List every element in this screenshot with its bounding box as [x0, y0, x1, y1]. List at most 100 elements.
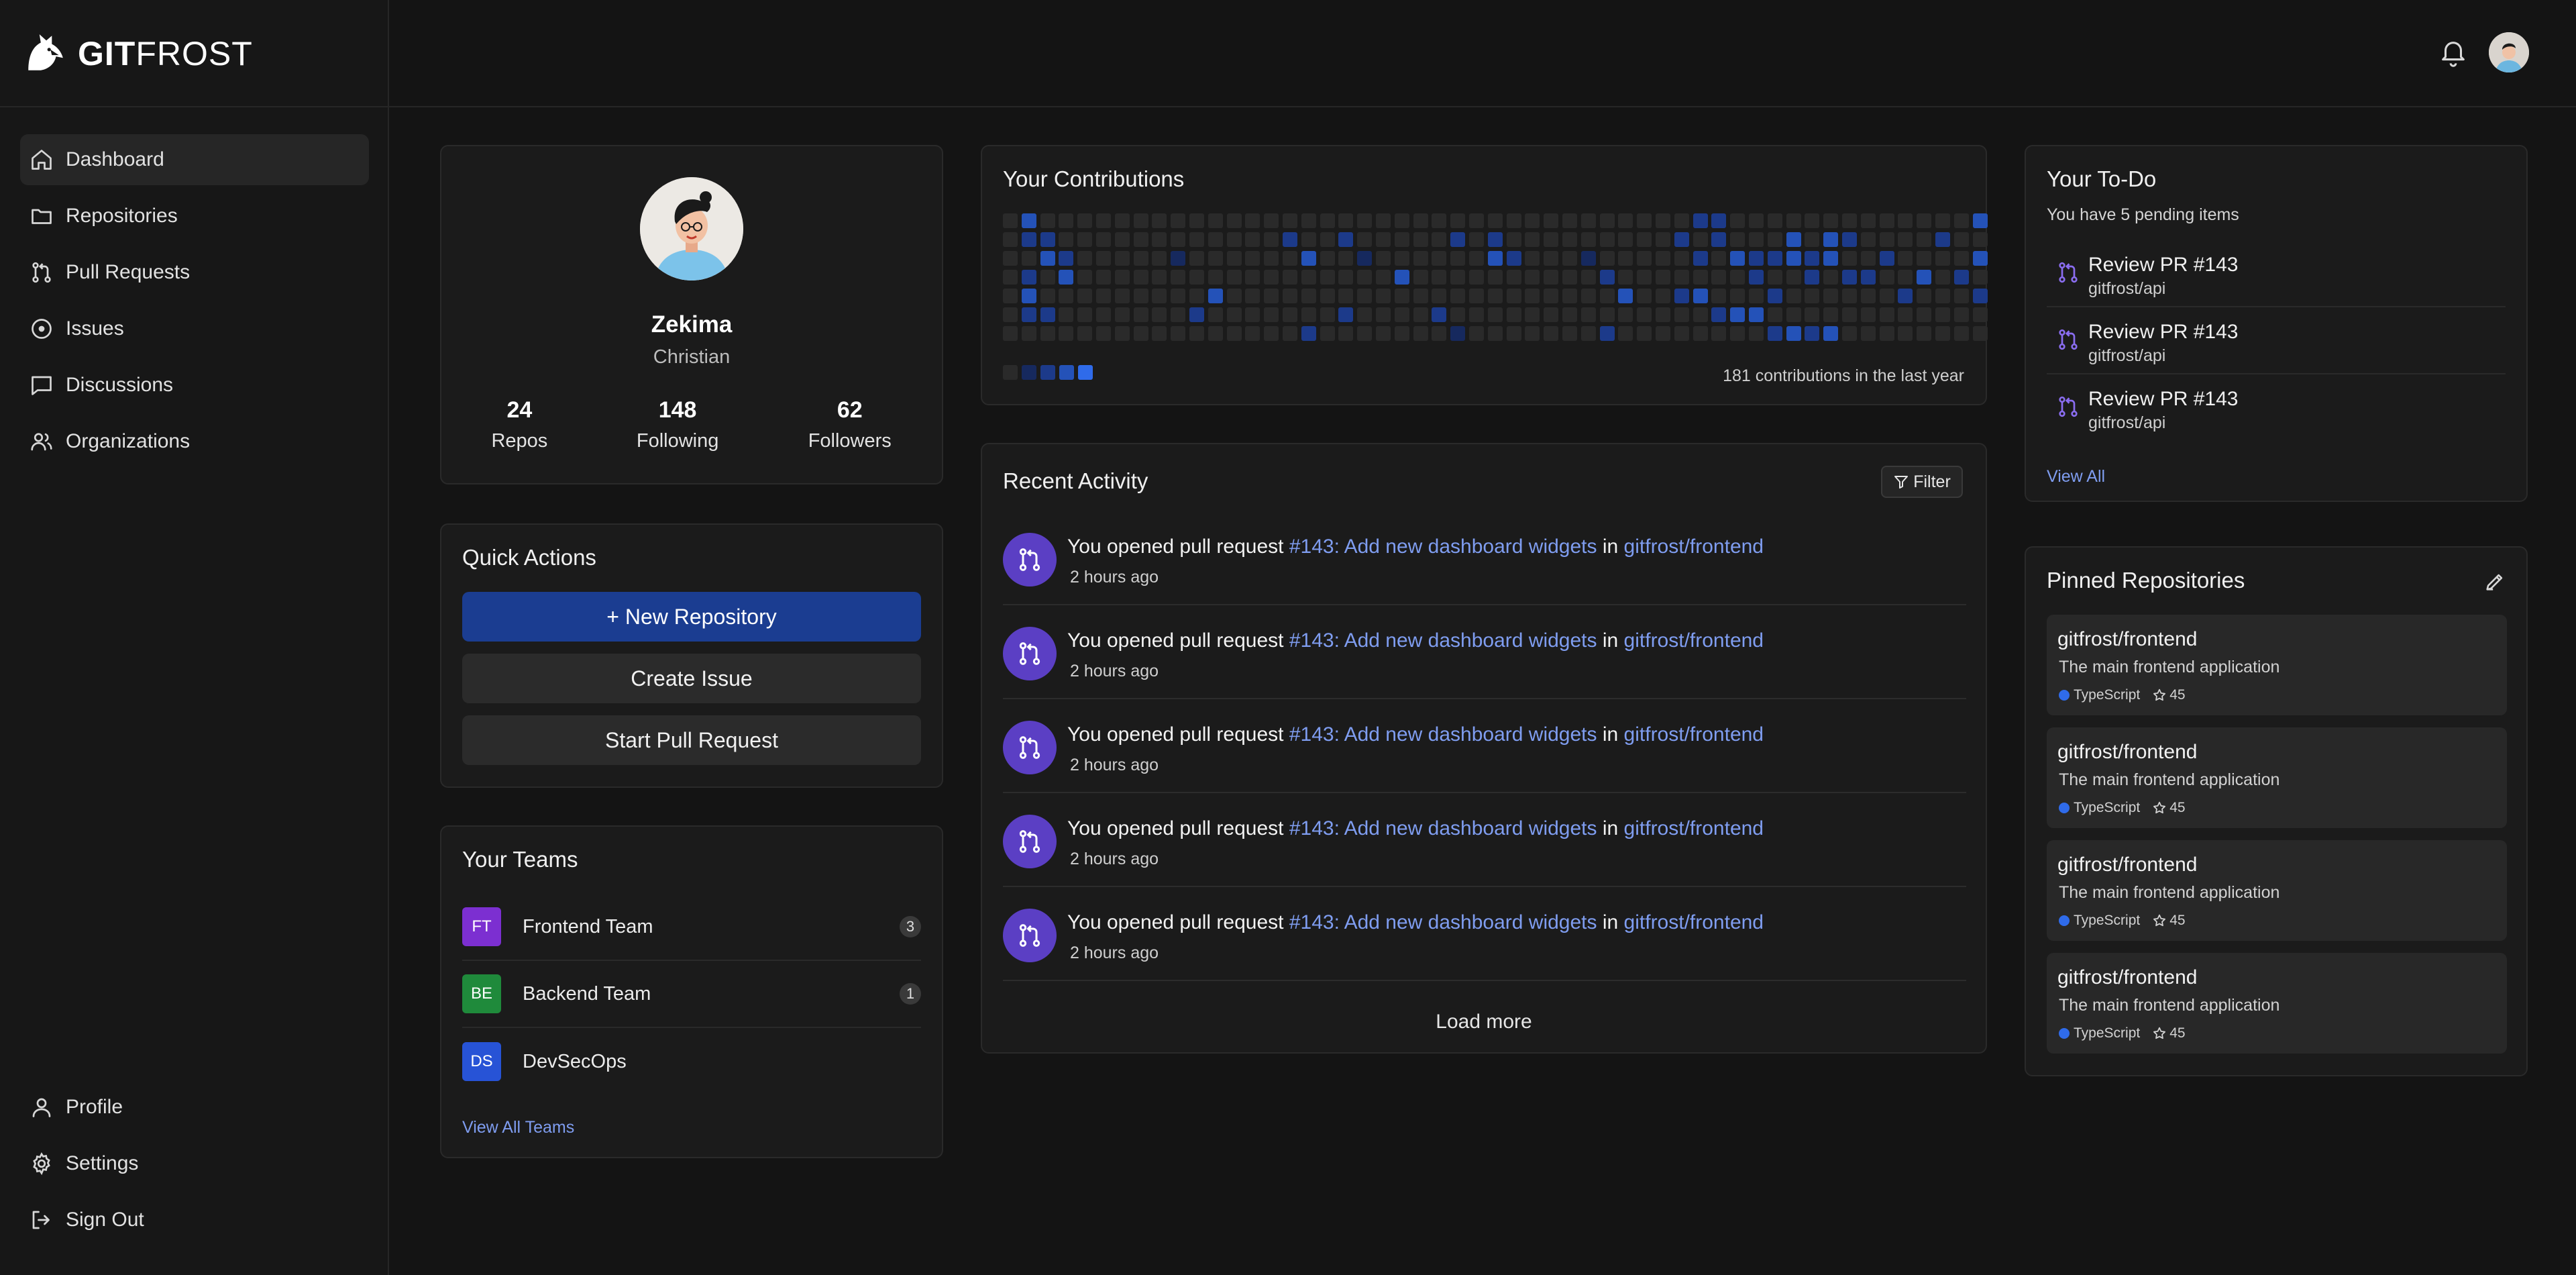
contribution-cell[interactable] — [1133, 289, 1148, 303]
contribution-cell[interactable] — [1283, 307, 1297, 322]
sidebar-item-organizations[interactable]: Organizations — [20, 416, 369, 467]
create-issue-button[interactable]: Create Issue — [462, 654, 921, 703]
contribution-cell[interactable] — [1767, 270, 1782, 285]
contribution-cell[interactable] — [1394, 307, 1409, 322]
contribution-cell[interactable] — [1357, 232, 1373, 247]
contribution-cell[interactable] — [1767, 326, 1782, 341]
contribution-cell[interactable] — [1544, 251, 1559, 266]
contribution-cell[interactable] — [1805, 213, 1820, 228]
contribution-cell[interactable] — [1264, 213, 1279, 228]
contribution-cell[interactable] — [1283, 251, 1297, 266]
contribution-cell[interactable] — [1432, 307, 1447, 322]
contribution-cell[interactable] — [1730, 326, 1746, 341]
contribution-cell[interactable] — [1226, 270, 1242, 285]
contribution-cell[interactable] — [1730, 232, 1746, 247]
user-avatar-menu[interactable] — [2489, 32, 2529, 72]
contribution-cell[interactable] — [1618, 251, 1633, 266]
contribution-cell[interactable] — [1805, 251, 1820, 266]
contribution-cell[interactable] — [1860, 213, 1876, 228]
contribution-cell[interactable] — [1283, 270, 1297, 285]
contribution-cell[interactable] — [1506, 307, 1521, 322]
contribution-cell[interactable] — [1059, 326, 1074, 341]
contribution-cell[interactable] — [1320, 289, 1335, 303]
contribution-cell[interactable] — [1301, 232, 1316, 247]
contribution-cell[interactable] — [1506, 326, 1521, 341]
pinned-repo-card[interactable]: gitfrost/frontend The main frontend appl… — [2047, 953, 2507, 1054]
contribution-cell[interactable] — [1674, 232, 1689, 247]
contribution-cell[interactable] — [1898, 307, 1913, 322]
contribution-cell[interactable] — [1450, 213, 1466, 228]
contribution-cell[interactable] — [1413, 213, 1428, 228]
contribution-cell[interactable] — [1357, 251, 1373, 266]
contribution-cell[interactable] — [1842, 289, 1857, 303]
stat-repos[interactable]: 24 Repos — [441, 397, 598, 452]
contribution-cell[interactable] — [1711, 251, 1727, 266]
contribution-cell[interactable] — [1283, 232, 1297, 247]
contribution-cell[interactable] — [1711, 270, 1727, 285]
contribution-cell[interactable] — [1674, 251, 1689, 266]
contribution-cell[interactable] — [1786, 232, 1801, 247]
contribution-cell[interactable] — [1077, 307, 1093, 322]
edit-pencil-icon[interactable] — [2483, 570, 2506, 593]
team-row[interactable]: BE Backend Team 1 — [462, 961, 921, 1028]
contribution-cell[interactable] — [1096, 307, 1111, 322]
bell-icon[interactable] — [2438, 38, 2469, 68]
contribution-cell[interactable] — [1114, 251, 1130, 266]
pull-request-link[interactable]: #143: Add new dashboard widgets — [1289, 911, 1597, 933]
contribution-cell[interactable] — [1618, 213, 1633, 228]
contribution-cell[interactable] — [1077, 251, 1093, 266]
contribution-cell[interactable] — [1580, 289, 1596, 303]
contribution-cell[interactable] — [1320, 232, 1335, 247]
contribution-cell[interactable] — [1935, 326, 1950, 341]
contribution-cell[interactable] — [1656, 251, 1670, 266]
contribution-cell[interactable] — [1972, 270, 1988, 285]
contribution-cell[interactable] — [1114, 326, 1130, 341]
contribution-cell[interactable] — [1189, 307, 1204, 322]
contribution-cell[interactable] — [1301, 213, 1316, 228]
contribution-cell[interactable] — [1301, 289, 1316, 303]
contribution-cell[interactable] — [1152, 251, 1167, 266]
contribution-cell[interactable] — [1693, 289, 1708, 303]
contribution-cell[interactable] — [1693, 326, 1708, 341]
contribution-cell[interactable] — [1599, 270, 1615, 285]
contribution-cell[interactable] — [1656, 232, 1670, 247]
contribution-cell[interactable] — [1059, 289, 1074, 303]
contribution-cell[interactable] — [1487, 251, 1503, 266]
contribution-cell[interactable] — [1245, 326, 1260, 341]
contribution-cell[interactable] — [1618, 289, 1633, 303]
contribution-cell[interactable] — [1953, 270, 1969, 285]
contribution-cell[interactable] — [1357, 289, 1373, 303]
contribution-cell[interactable] — [1432, 326, 1447, 341]
contribution-cell[interactable] — [1096, 251, 1111, 266]
contribution-cell[interactable] — [1935, 232, 1950, 247]
contribution-cell[interactable] — [1394, 251, 1409, 266]
contribution-cell[interactable] — [1301, 270, 1316, 285]
contribution-cell[interactable] — [1823, 326, 1839, 341]
contribution-cell[interactable] — [1487, 270, 1503, 285]
contribution-cell[interactable] — [1562, 326, 1577, 341]
contribution-cell[interactable] — [1917, 307, 1932, 322]
contribution-cell[interactable] — [1917, 232, 1932, 247]
contribution-cell[interactable] — [1637, 213, 1652, 228]
contribution-cell[interactable] — [1786, 213, 1801, 228]
contribution-cell[interactable] — [1637, 232, 1652, 247]
contribution-cell[interactable] — [1376, 251, 1391, 266]
contribution-cell[interactable] — [1096, 213, 1111, 228]
contribution-cell[interactable] — [1656, 270, 1670, 285]
pinned-repo-card[interactable]: gitfrost/frontend The main frontend appl… — [2047, 840, 2507, 941]
contribution-cell[interactable] — [1823, 232, 1839, 247]
contribution-cell[interactable] — [1338, 326, 1354, 341]
contribution-cell[interactable] — [1040, 251, 1055, 266]
contribution-cell[interactable] — [1544, 326, 1559, 341]
contribution-cell[interactable] — [1562, 213, 1577, 228]
contribution-cell[interactable] — [1450, 307, 1466, 322]
contribution-cell[interactable] — [1562, 307, 1577, 322]
pull-request-link[interactable]: #143: Add new dashboard widgets — [1289, 817, 1597, 839]
contribution-cell[interactable] — [1693, 232, 1708, 247]
contribution-cell[interactable] — [1749, 307, 1764, 322]
contribution-cell[interactable] — [1506, 251, 1521, 266]
contribution-cell[interactable] — [1730, 213, 1746, 228]
contribution-cell[interactable] — [1898, 289, 1913, 303]
view-all-teams-link[interactable]: View All Teams — [462, 1118, 574, 1137]
contribution-cell[interactable] — [1618, 326, 1633, 341]
